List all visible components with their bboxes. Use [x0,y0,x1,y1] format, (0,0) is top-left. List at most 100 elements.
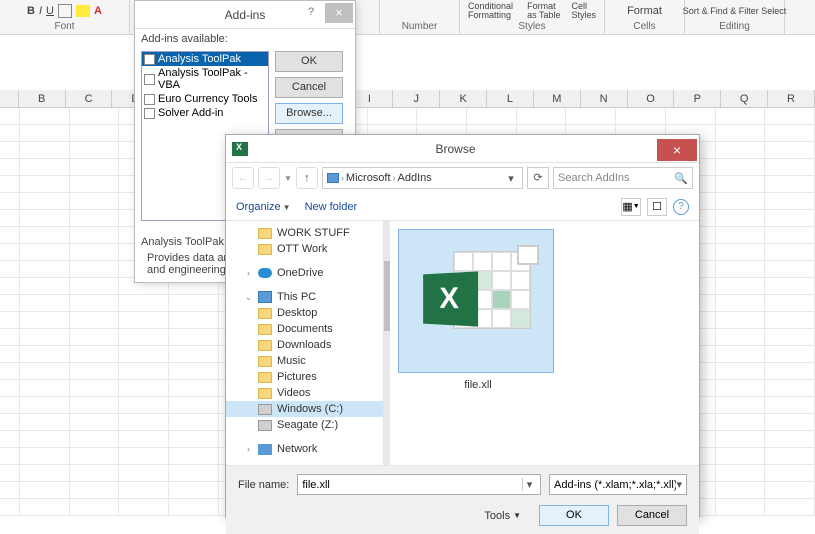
browse-nav: ← → ▼ ↑ › Microsoft › AddIns ▾ ⟳ Search … [226,163,699,193]
col-header[interactable]: N [581,90,628,107]
checkbox-icon[interactable] [144,94,155,105]
ok-button[interactable]: OK [539,505,609,526]
cancel-button[interactable]: Cancel [617,505,687,526]
tree-item[interactable]: Documents [226,321,383,337]
col-header[interactable]: C [66,90,113,107]
expand-icon[interactable]: › [244,444,253,454]
tree-item[interactable]: Seagate (Z:) [226,417,383,433]
col-header[interactable]: K [440,90,487,107]
checkbox-icon[interactable] [144,74,155,85]
up-button[interactable]: ↑ [296,167,318,189]
excel-file-icon: X [421,251,531,351]
ribbon-group-number: Number [380,0,460,34]
search-placeholder: Search AddIns [558,172,630,184]
breadcrumb-part[interactable]: AddIns [398,172,432,184]
addins-titlebar[interactable]: Add-ins ? × [135,1,355,29]
ribbon-label-editing: Editing [719,21,750,34]
border-button[interactable] [58,4,72,18]
tree-item[interactable]: Downloads [226,337,383,353]
view-button[interactable]: ▦▼ [621,198,641,216]
tree-item[interactable]: Videos [226,385,383,401]
refresh-button[interactable]: ⟳ [527,167,549,189]
preview-button[interactable]: ☐ [647,198,667,216]
cancel-button[interactable]: Cancel [275,77,343,98]
addin-item[interactable]: Solver Add-in [142,106,268,120]
drive-icon [258,420,272,431]
tree-item[interactable]: Desktop [226,305,383,321]
col-header[interactable]: O [628,90,675,107]
addins-title: Add-ins [225,8,266,22]
font-color-button[interactable]: A [94,5,102,17]
addin-item[interactable]: Analysis ToolPak - VBA [142,66,268,92]
tree-item[interactable]: WORK STUFF [226,225,383,241]
col-header[interactable]: L [487,90,534,107]
cell-styles-button[interactable]: Cell Styles [572,2,597,20]
col-header[interactable]: P [674,90,721,107]
chevron-down-icon: ▼ [283,203,291,212]
checkbox-icon[interactable] [144,108,155,119]
close-button[interactable]: × [657,139,697,161]
ribbon-group-editing: Sort & Find & Filter Select Editing [685,0,785,34]
recent-dropdown-icon[interactable]: ▼ [284,174,292,183]
col-header[interactable]: Q [721,90,768,107]
back-button[interactable]: ← [232,167,254,189]
expand-icon[interactable]: › [244,268,253,278]
forward-button[interactable]: → [258,167,280,189]
tools-button[interactable]: Tools▼ [484,510,521,522]
browse-titlebar[interactable]: Browse × [226,135,699,163]
organize-button[interactable]: Organize▼ [236,201,291,213]
format-button[interactable]: Format [627,5,662,17]
column-headers: B C D I J K L M N O P Q R [0,90,815,108]
italic-button[interactable]: I [39,5,42,17]
search-icon: 🔍 [674,172,688,185]
file-item[interactable]: X file.xll [398,229,558,391]
tree-item-thispc[interactable]: ⌄This PC [226,289,383,305]
chevron-down-icon[interactable]: ▾ [676,478,682,491]
fill-color-button[interactable] [76,5,90,17]
new-folder-button[interactable]: New folder [305,201,358,213]
help-button[interactable]: ? [299,1,323,23]
close-button[interactable]: × [325,3,353,23]
filetype-select[interactable]: Add-ins (*.xlam;*.xla;*.xll) ▾ [549,474,687,495]
file-thumbnail[interactable]: X [398,229,554,373]
chevron-down-icon[interactable]: ▾ [504,172,518,185]
addin-item[interactable]: Euro Currency Tools [142,92,268,106]
col-header[interactable]: J [393,90,440,107]
file-list[interactable]: X file.xll [390,221,699,465]
browse-button[interactable]: Browse... [275,103,343,124]
search-input[interactable]: Search AddIns 🔍 [553,167,693,189]
bold-button[interactable]: B [27,5,35,17]
ok-button[interactable]: OK [275,51,343,72]
filename-label: File name: [238,479,289,491]
tree-item-windows-c[interactable]: Windows (C:) [226,401,383,417]
collapse-icon[interactable]: ⌄ [244,292,253,303]
drive-icon [258,404,272,415]
underline-button[interactable]: U [46,5,54,17]
sort-find-button[interactable]: Sort & Find & Filter Select [683,6,787,16]
browse-toolbar: Organize▼ New folder ▦▼ ☐ ? [226,193,699,221]
conditional-formatting-button[interactable]: Conditional Formatting [468,2,519,20]
col-header[interactable]: R [768,90,815,107]
filename-input[interactable]: file.xll ▾ [297,474,541,495]
tree-item-onedrive[interactable]: ›OneDrive [226,265,383,281]
browse-title: Browse [254,142,657,156]
chevron-down-icon[interactable]: ▾ [522,478,536,491]
addin-item[interactable]: Analysis ToolPak [142,52,268,66]
folder-tree[interactable]: WORK STUFF OTT Work ›OneDrive ⌄This PC D… [226,221,384,465]
col-header[interactable]: M [534,90,581,107]
format-table-button[interactable]: Format as Table [527,2,563,20]
tree-item[interactable]: OTT Work [226,241,383,257]
help-button[interactable]: ? [673,199,689,215]
breadcrumb-part[interactable]: Microsoft [346,172,391,184]
ribbon-label-number: Number [402,21,438,34]
addins-available-label: Add-ins available: [141,33,349,45]
ribbon-label-styles: Styles [518,21,545,34]
tree-item-network[interactable]: ›Network [226,441,383,457]
col-header[interactable]: B [19,90,66,107]
tree-item[interactable]: Pictures [226,369,383,385]
checkbox-icon[interactable] [144,54,155,65]
folder-icon [258,308,272,319]
file-name: file.xll [398,379,558,391]
breadcrumb[interactable]: › Microsoft › AddIns ▾ [322,167,523,189]
tree-item[interactable]: Music [226,353,383,369]
